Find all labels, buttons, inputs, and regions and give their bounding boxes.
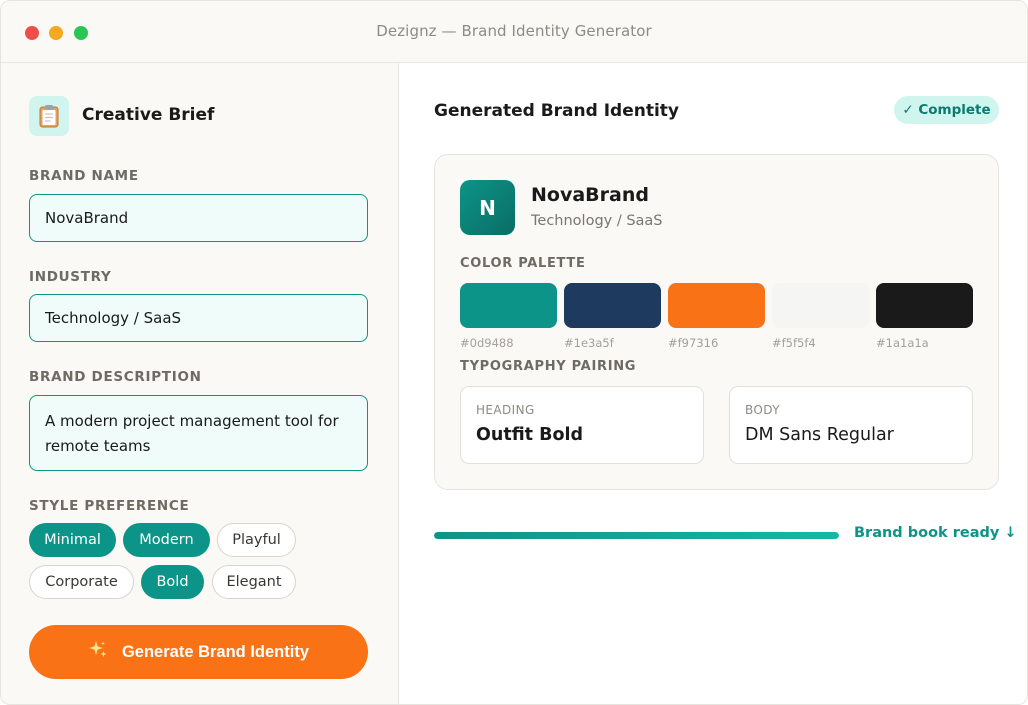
- status-badge: ✓ Complete: [894, 96, 999, 124]
- style-chip-bold[interactable]: Bold: [141, 565, 204, 599]
- brand-description-textarea[interactable]: A modern project management tool for rem…: [29, 395, 368, 471]
- style-chip-playful[interactable]: Playful: [217, 523, 296, 557]
- creative-brief-panel: Creative Brief BRAND NAME NovaBrand INDU…: [1, 63, 399, 704]
- color-palette-label: COLOR PALETTE: [460, 256, 586, 271]
- generate-button-label: Generate Brand Identity: [121, 642, 310, 661]
- body-font-card: BODY DM Sans Regular: [729, 386, 973, 464]
- brand-logo: N: [460, 180, 515, 235]
- progress-bar: [434, 532, 839, 539]
- body-caption: BODY: [745, 403, 780, 417]
- industry-label: INDUSTRY: [29, 269, 112, 285]
- brand-industry: Technology / SaaS: [531, 213, 663, 229]
- brand-name-label: BRAND NAME: [29, 168, 139, 184]
- heading-font-name: Outfit Bold: [476, 425, 584, 445]
- color-swatch[interactable]: [460, 283, 557, 328]
- result-title: Generated Brand Identity: [434, 101, 680, 121]
- brand-book-ready-link[interactable]: Brand book ready ↓: [854, 525, 1017, 541]
- industry-input[interactable]: Technology / SaaS: [29, 294, 368, 342]
- brand-identity-card: N NovaBrand Technology / SaaS COLOR PALE…: [434, 154, 999, 490]
- color-swatch[interactable]: [772, 283, 869, 328]
- panel-title: Creative Brief: [82, 105, 215, 125]
- style-chip-elegant[interactable]: Elegant: [212, 565, 296, 599]
- color-hex-label: #1a1a1a: [876, 336, 929, 350]
- color-hex-label: #1e3a5f: [564, 336, 614, 350]
- color-swatch[interactable]: [876, 283, 973, 328]
- color-hex-label: #f97316: [668, 336, 719, 350]
- style-chip-modern[interactable]: Modern: [123, 523, 210, 557]
- style-chip-corporate[interactable]: Corporate: [29, 565, 134, 599]
- progress-fill: [434, 532, 839, 539]
- sparkles-icon: [88, 640, 108, 665]
- color-swatch[interactable]: [564, 283, 661, 328]
- color-swatch[interactable]: [668, 283, 765, 328]
- brand-identity-panel: Generated Brand Identity ✓ Complete N No…: [400, 63, 1027, 704]
- clipboard-icon: [29, 96, 69, 136]
- app-window: Dezignz — Brand Identity Generator Creat…: [0, 0, 1028, 705]
- brand-name: NovaBrand: [531, 184, 649, 206]
- window-title: Dezignz — Brand Identity Generator: [376, 22, 652, 40]
- generate-brand-identity-button[interactable]: Generate Brand Identity: [29, 625, 368, 679]
- body-font-name: DM Sans Regular: [745, 425, 894, 445]
- brand-name-input[interactable]: NovaBrand: [29, 194, 368, 242]
- style-preference-label: STYLE PREFERENCE: [29, 498, 190, 514]
- style-chip-minimal[interactable]: Minimal: [29, 523, 116, 557]
- heading-caption: HEADING: [476, 403, 535, 417]
- color-hex-label: #0d9488: [460, 336, 514, 350]
- brand-description-label: BRAND DESCRIPTION: [29, 369, 202, 385]
- typography-pairing-label: TYPOGRAPHY PAIRING: [460, 359, 637, 374]
- heading-font-card: HEADING Outfit Bold: [460, 386, 704, 464]
- title-bar: Dezignz — Brand Identity Generator: [1, 1, 1027, 63]
- color-hex-label: #f5f5f4: [772, 336, 816, 350]
